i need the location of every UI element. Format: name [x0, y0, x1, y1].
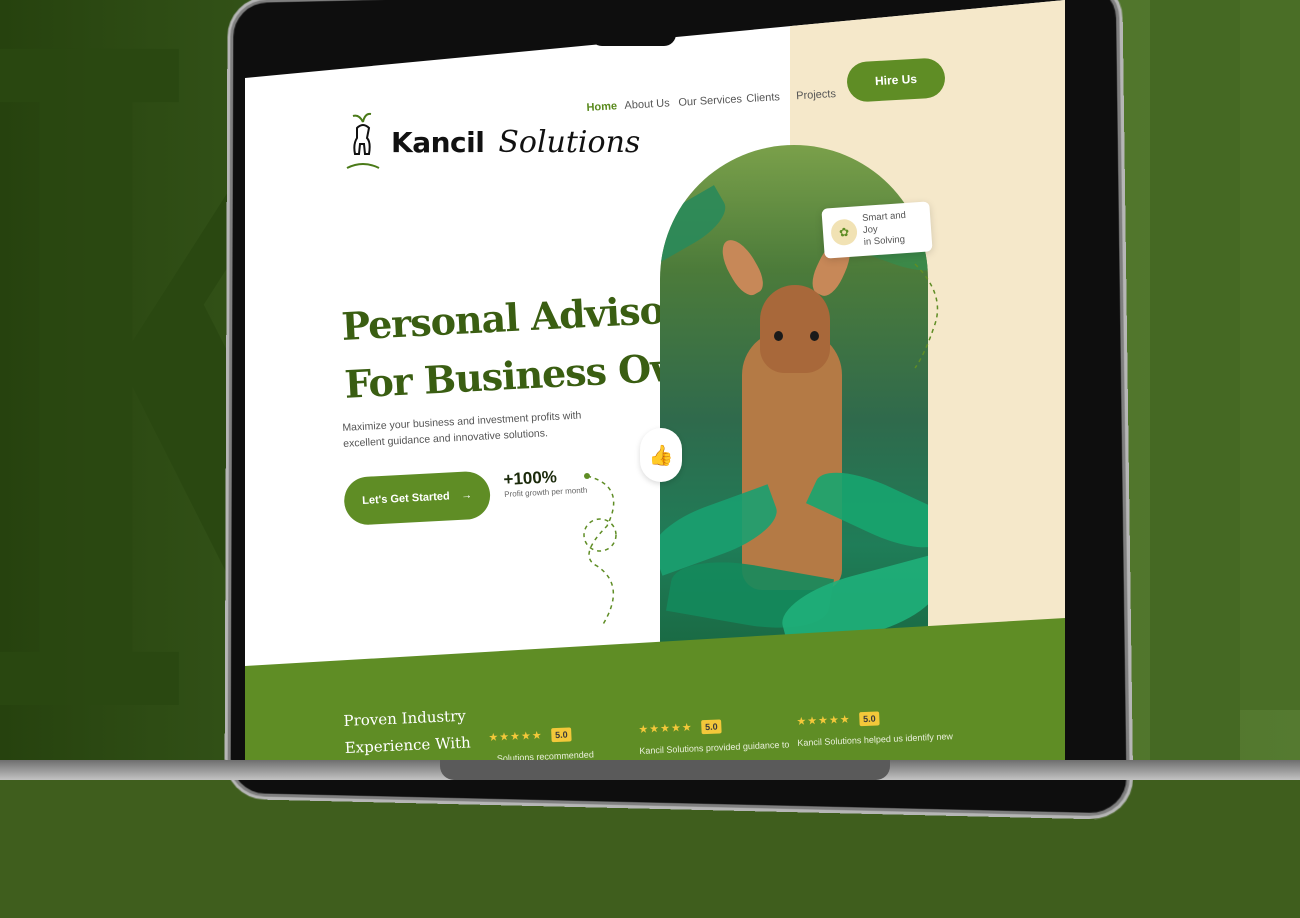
- badge-line2: in Solving: [863, 234, 906, 248]
- nav-clients[interactable]: Clients: [746, 91, 780, 105]
- get-started-button[interactable]: Let's Get Started →: [343, 470, 492, 526]
- brand-logo[interactable]: Kancil Solutions: [343, 112, 640, 172]
- nav-home[interactable]: Home: [586, 100, 617, 114]
- deer-logo-icon: [346, 112, 380, 169]
- rating-badge: 5.0: [700, 719, 722, 735]
- nav-our-services[interactable]: Our Services: [678, 93, 742, 109]
- camera-notch: [590, 0, 676, 46]
- review-card: ★★★★★ 5.0 ...Solutions recommended: [488, 723, 594, 760]
- website-screen: Kancil Solutions Home About Us Our Servi…: [245, 0, 1065, 760]
- brand-script: Solutions: [498, 124, 641, 160]
- hero-subtitle: Maximize your business and investment pr…: [342, 409, 582, 450]
- deer-badge-icon: ✿: [830, 218, 858, 247]
- brand-name: Kancil: [391, 125, 485, 159]
- rating-badge: 5.0: [550, 727, 572, 743]
- get-started-label: Let's Get Started: [361, 490, 451, 508]
- badge-text: Smart and Joy in Solving: [862, 209, 924, 249]
- smart-joy-badge: ✿ Smart and Joy in Solving: [821, 201, 933, 259]
- review-card: ★★★★★ 5.0 Kancil Solutions helped us ide…: [796, 705, 953, 748]
- review-card: ★★★★★ 5.0 Kancil Solutions provided guid…: [638, 713, 790, 756]
- star-rating-icon: ★★★★★: [796, 713, 851, 728]
- rating-badge: 5.0: [858, 711, 880, 727]
- star-rating-icon: ★★★★★: [488, 729, 543, 744]
- dashed-curve-decoration: [914, 263, 939, 369]
- hire-us-button[interactable]: Hire Us: [845, 57, 947, 103]
- dashed-path-decoration: [583, 473, 617, 627]
- review-text: ...Solutions recommended: [489, 749, 595, 760]
- laptop-mockup: Kancil Solutions Home About Us Our Servi…: [0, 0, 1300, 814]
- badge-line1: Smart and Joy: [861, 209, 907, 236]
- arrow-right-icon: →: [460, 489, 473, 502]
- nav-about-us[interactable]: About Us: [624, 97, 670, 112]
- laptop-base-notch: [440, 760, 890, 780]
- testimonial-heading: Proven Industry Experience With: [343, 702, 471, 760]
- star-rating-icon: ★★★★★: [638, 721, 693, 736]
- nav-projects[interactable]: Projects: [796, 88, 836, 102]
- testimonial-heading-line2: Experience With: [344, 733, 472, 757]
- thumbs-up-icon: 👍: [640, 428, 682, 482]
